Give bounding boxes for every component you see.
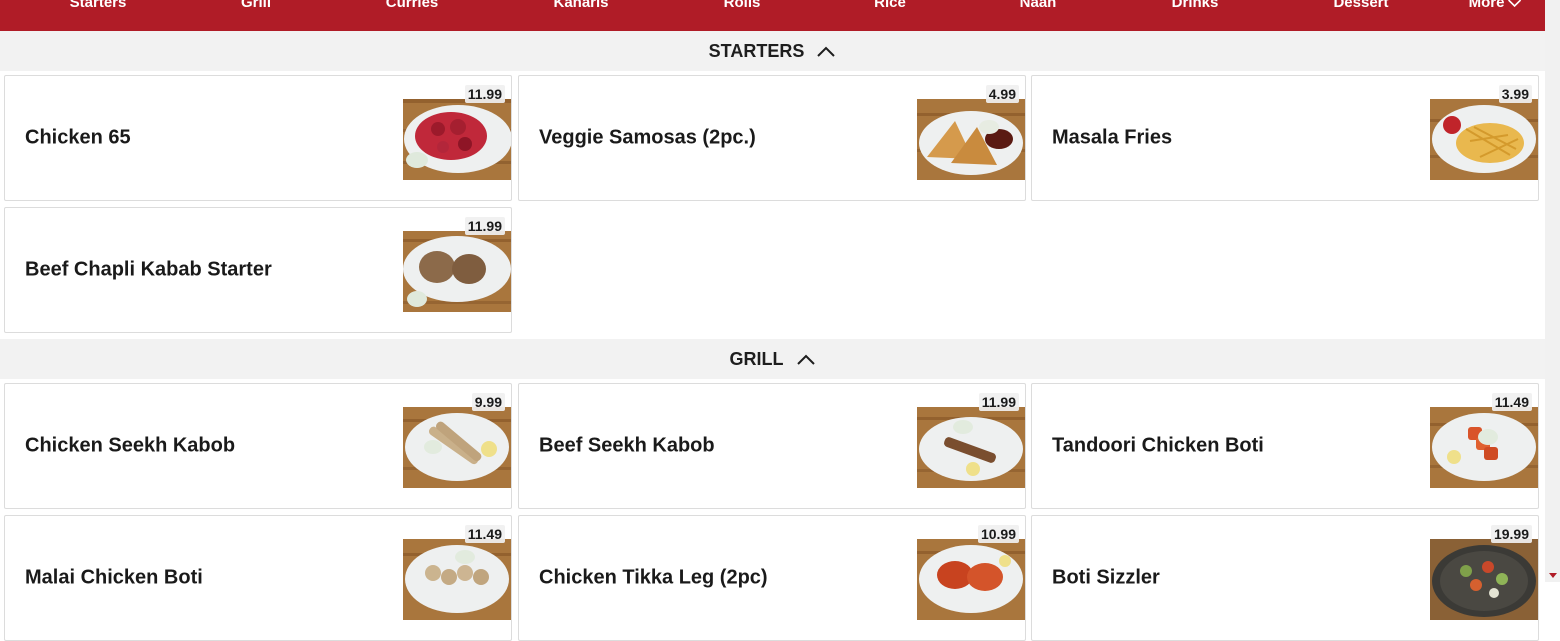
item-name: Tandoori Chicken Boti bbox=[1052, 434, 1264, 457]
page-scrollbar[interactable] bbox=[1545, 0, 1560, 582]
menu-item-card[interactable]: Beef Chapli Kabab Starter 11.99 bbox=[4, 207, 512, 333]
item-price: 11.99 bbox=[464, 85, 505, 103]
section-header-starters[interactable]: STARTERS bbox=[0, 31, 1545, 71]
menu-item-card[interactable]: Masala Fries 3.99 bbox=[1031, 75, 1539, 201]
item-photo bbox=[403, 539, 511, 620]
item-name: Chicken 65 bbox=[25, 126, 131, 149]
item-price: 11.99 bbox=[978, 393, 1019, 411]
menu-item-card[interactable]: Tandoori Chicken Boti 11.49 bbox=[1031, 383, 1539, 509]
menu-item-card[interactable]: Chicken Seekh Kabob 9.99 bbox=[4, 383, 512, 509]
nav-item-drinks[interactable]: Drinks bbox=[1172, 0, 1219, 11]
nav-item-grill[interactable]: Grill bbox=[241, 0, 271, 11]
item-photo bbox=[403, 99, 511, 180]
category-nav: Starters Grill Curries Kaharis Rolls Ric… bbox=[0, 0, 1545, 31]
item-name: Boti Sizzler bbox=[1052, 566, 1160, 589]
item-photo bbox=[917, 407, 1025, 488]
nav-more-label: More bbox=[1468, 0, 1505, 11]
section-header-grill[interactable]: GRILL bbox=[0, 339, 1545, 379]
menu-item-card[interactable]: Boti Sizzler 19.99 bbox=[1031, 515, 1539, 641]
nav-item-curries[interactable]: Curries bbox=[386, 0, 439, 11]
item-photo bbox=[403, 407, 511, 488]
item-name: Veggie Samosas (2pc.) bbox=[539, 126, 756, 149]
item-name: Chicken Seekh Kabob bbox=[25, 434, 236, 457]
item-photo bbox=[1430, 539, 1538, 620]
nav-item-kaharis[interactable]: Kaharis bbox=[553, 0, 608, 11]
menu-item-card[interactable]: Chicken Tikka Leg (2pc) 10.99 bbox=[518, 515, 1026, 641]
scroll-down-arrow-icon[interactable] bbox=[1549, 573, 1557, 578]
menu-item-card[interactable]: Beef Seekh Kabob 11.99 bbox=[518, 383, 1026, 509]
item-photo bbox=[917, 99, 1025, 180]
menu-item-card[interactable]: Veggie Samosas (2pc.) 4.99 bbox=[518, 75, 1026, 201]
item-price: 19.99 bbox=[1490, 525, 1532, 543]
chevron-up-icon bbox=[796, 354, 815, 365]
item-name: Malai Chicken Boti bbox=[25, 566, 203, 589]
item-price: 4.99 bbox=[985, 85, 1019, 103]
item-price: 9.99 bbox=[471, 393, 505, 411]
section-title: GRILL bbox=[729, 348, 784, 369]
menu-item-card[interactable]: Malai Chicken Boti 11.49 bbox=[4, 515, 512, 641]
item-photo bbox=[403, 231, 511, 312]
nav-item-rolls[interactable]: Rolls bbox=[724, 0, 761, 11]
item-photo bbox=[917, 539, 1025, 620]
item-price: 3.99 bbox=[1498, 85, 1532, 103]
nav-item-starters[interactable]: Starters bbox=[70, 0, 127, 11]
nav-item-dessert[interactable]: Dessert bbox=[1333, 0, 1388, 11]
item-price: 11.99 bbox=[464, 217, 505, 235]
item-name: Beef Chapli Kabab Starter bbox=[25, 258, 272, 281]
item-price: 11.49 bbox=[1491, 393, 1532, 411]
nav-item-naan[interactable]: Naan bbox=[1020, 0, 1057, 11]
section-title: STARTERS bbox=[708, 40, 805, 61]
item-photo bbox=[1430, 407, 1538, 488]
chevron-down-icon bbox=[1507, 0, 1521, 7]
nav-item-rice[interactable]: Rice bbox=[874, 0, 906, 11]
item-name: Masala Fries bbox=[1052, 126, 1173, 149]
item-photo bbox=[1430, 99, 1538, 180]
menu-item-card[interactable]: Chicken 65 11.99 bbox=[4, 75, 512, 201]
nav-more-button[interactable]: More bbox=[1469, 0, 1522, 11]
chevron-up-icon bbox=[817, 46, 836, 57]
item-price: 11.49 bbox=[464, 525, 505, 543]
item-price: 10.99 bbox=[977, 525, 1019, 543]
item-name: Beef Seekh Kabob bbox=[539, 434, 715, 457]
item-name: Chicken Tikka Leg (2pc) bbox=[539, 566, 768, 589]
